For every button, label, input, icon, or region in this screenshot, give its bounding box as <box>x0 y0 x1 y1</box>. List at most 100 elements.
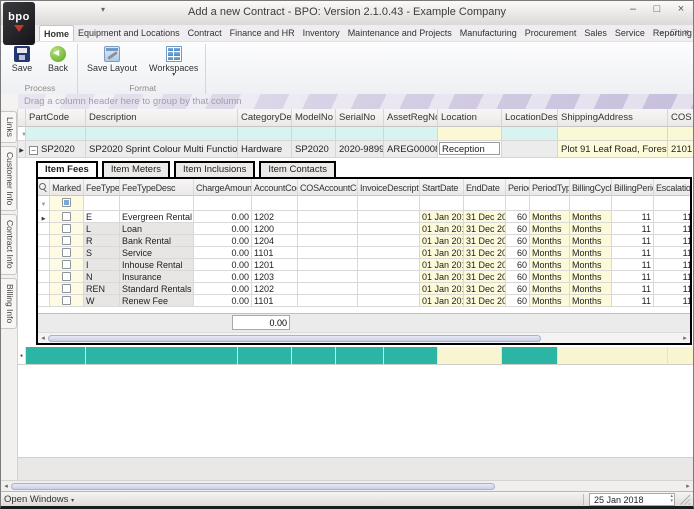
enddate-cell[interactable]: 31 Dec 2022 <box>464 271 506 283</box>
accountcode-cell[interactable]: 1204 <box>252 235 298 247</box>
filter-enddate[interactable] <box>464 196 506 211</box>
enddate-cell[interactable]: 31 Dec 2022 <box>464 259 506 271</box>
feetypedesc-cell[interactable]: Bank Rental <box>120 235 194 247</box>
filter-locationdesc[interactable] <box>502 127 558 141</box>
marked-checkbox[interactable] <box>62 212 71 221</box>
fee-row[interactable]: S Service 0.00 1101 01 Jan 2018 31 Dec 2… <box>38 247 690 259</box>
cosaccountcode-cell[interactable] <box>298 259 358 271</box>
scroll-thumb[interactable] <box>11 483 495 490</box>
invoicedescription-cell[interactable] <box>358 211 420 223</box>
new-modelno-cell[interactable] <box>292 347 336 365</box>
chargeamount-cell[interactable]: 0.00 <box>194 247 252 259</box>
tab-item-contacts[interactable]: Item Contacts <box>259 161 336 179</box>
filter-period[interactable] <box>506 196 530 211</box>
scroll-thumb[interactable] <box>48 335 541 342</box>
serialno-cell[interactable]: 2020-9899 <box>336 141 384 158</box>
feetype-cell[interactable]: L <box>84 223 120 235</box>
escalationperiod-cell[interactable]: 11 <box>654 211 692 223</box>
new-cos-cell[interactable] <box>668 347 693 365</box>
escalationperiod-cell[interactable]: 11 <box>654 235 692 247</box>
escalationperiod-cell[interactable]: 11 <box>654 259 692 271</box>
filter-description[interactable] <box>86 127 238 141</box>
close-icon[interactable]: × <box>673 3 689 15</box>
filter-cos[interactable] <box>668 127 693 141</box>
col-locationdesc[interactable]: LocationDesc <box>502 109 558 127</box>
tab-item-meters[interactable]: Item Meters <box>102 161 170 179</box>
scroll-right-icon[interactable]: ▸ <box>680 334 690 342</box>
date-field[interactable]: 25 Jan 2018 ▴▾ <box>589 493 675 506</box>
ribbon-tab-inventory[interactable]: Inventory <box>299 25 344 41</box>
save-button[interactable]: Save <box>7 45 37 82</box>
escalationperiod-cell[interactable]: 11 <box>654 247 692 259</box>
marked-checkbox[interactable] <box>62 296 71 305</box>
feetypedesc-cell[interactable]: Evergreen Rental <box>120 211 194 223</box>
ribbon-tab-finance-and-hr[interactable]: Finance and HR <box>226 25 299 41</box>
feetypedesc-cell[interactable]: Service <box>120 247 194 259</box>
cosaccountcode-cell[interactable] <box>298 247 358 259</box>
period-cell[interactable]: 60 <box>506 211 530 223</box>
invoicedescription-cell[interactable] <box>358 259 420 271</box>
fee-row[interactable]: L Loan 0.00 1200 01 Jan 2018 31 Dec 2022… <box>38 223 690 235</box>
startdate-cell[interactable]: 01 Jan 2018 <box>420 247 464 259</box>
billingcycle-cell[interactable]: Months <box>570 247 612 259</box>
filter-accountcode[interactable] <box>252 196 298 211</box>
col-feetypedesc[interactable]: FeeTypeDesc <box>120 179 194 196</box>
feetype-cell[interactable]: REN <box>84 283 120 295</box>
billingperiod-cell[interactable]: 11 <box>612 223 654 235</box>
collapse-row-icon[interactable]: − <box>29 146 38 155</box>
billingcycle-cell[interactable]: Months <box>570 223 612 235</box>
fee-row[interactable]: I Inhouse Rental 0.00 1201 01 Jan 2018 3… <box>38 259 690 271</box>
periodtype-cell[interactable]: Months <box>530 235 570 247</box>
invoicedescription-cell[interactable] <box>358 283 420 295</box>
col-shippingaddress[interactable]: ShippingAddress <box>558 109 668 127</box>
chargeamount-cell[interactable]: 0.00 <box>194 271 252 283</box>
chargeamount-cell[interactable]: 0.00 <box>194 235 252 247</box>
filter-shippingaddress[interactable] <box>558 127 668 141</box>
feetype-cell[interactable]: R <box>84 235 120 247</box>
scroll-left-icon[interactable]: ◂ <box>1 482 11 490</box>
startdate-cell[interactable]: 01 Jan 2018 <box>420 235 464 247</box>
accountcode-cell[interactable]: 1101 <box>252 247 298 259</box>
col-cosaccountcode[interactable]: COSAccountCode <box>298 179 358 196</box>
shippingaddress-cell[interactable]: Plot 91 Leaf Road, Forest Hills,... <box>558 141 668 158</box>
enddate-cell[interactable]: 31 Dec 2022 <box>464 295 506 307</box>
minimize-icon[interactable]: – <box>625 3 641 15</box>
chargeamount-cell[interactable]: 0.00 <box>194 283 252 295</box>
cos-cell[interactable]: 2101 <box>668 141 693 158</box>
escalationperiod-cell[interactable]: 11 <box>654 271 692 283</box>
ribbon-tab-home[interactable]: Home <box>39 25 74 41</box>
filter-modelno[interactable] <box>292 127 336 141</box>
invoicedescription-cell[interactable] <box>358 235 420 247</box>
marked-checkbox[interactable] <box>62 284 71 293</box>
scroll-right-icon[interactable]: ▸ <box>683 482 693 490</box>
col-periodtype[interactable]: PeriodType <box>530 179 570 196</box>
ribbon-tab-maintenance-and-projects[interactable]: Maintenance and Projects <box>344 25 456 41</box>
mdi-restore-icon[interactable]: □ <box>671 27 676 37</box>
escalationperiod-cell[interactable]: 11 <box>654 295 692 307</box>
invoicedescription-cell[interactable] <box>358 271 420 283</box>
feetype-cell[interactable]: N <box>84 271 120 283</box>
side-tab-contract-info[interactable]: Contract Info <box>1 214 17 275</box>
invoicedescription-cell[interactable] <box>358 223 420 235</box>
fees-horizontal-scrollbar[interactable]: ◂ ▸ <box>38 332 690 343</box>
resize-grip-icon[interactable] <box>679 494 690 505</box>
filter-chargeamount[interactable] <box>194 196 252 211</box>
filter-escalationperiod[interactable] <box>654 196 692 211</box>
feetype-cell[interactable]: E <box>84 211 120 223</box>
col-partcode[interactable]: PartCode <box>26 109 86 127</box>
locationdesc-cell[interactable] <box>502 141 558 158</box>
mdi-minimize-icon[interactable]: – <box>659 27 664 37</box>
cosaccountcode-cell[interactable] <box>298 283 358 295</box>
back-button[interactable]: Back <box>43 45 73 82</box>
categorydesc-cell[interactable]: Hardware <box>238 141 292 158</box>
cosaccountcode-cell[interactable] <box>298 295 358 307</box>
col-invoicedescription[interactable]: InvoiceDescription <box>358 179 420 196</box>
filter-partcode[interactable] <box>26 127 86 141</box>
tab-item-inclusions[interactable]: Item Inclusions <box>174 161 255 179</box>
col-chargeamount[interactable]: ChargeAmount <box>194 179 252 196</box>
new-locationdesc-cell[interactable] <box>502 347 558 365</box>
tab-item-fees[interactable]: Item Fees <box>36 161 98 179</box>
billingperiod-cell[interactable]: 11 <box>612 295 654 307</box>
main-horizontal-scrollbar[interactable]: ◂ ▸ <box>1 480 693 491</box>
cosaccountcode-cell[interactable] <box>298 223 358 235</box>
